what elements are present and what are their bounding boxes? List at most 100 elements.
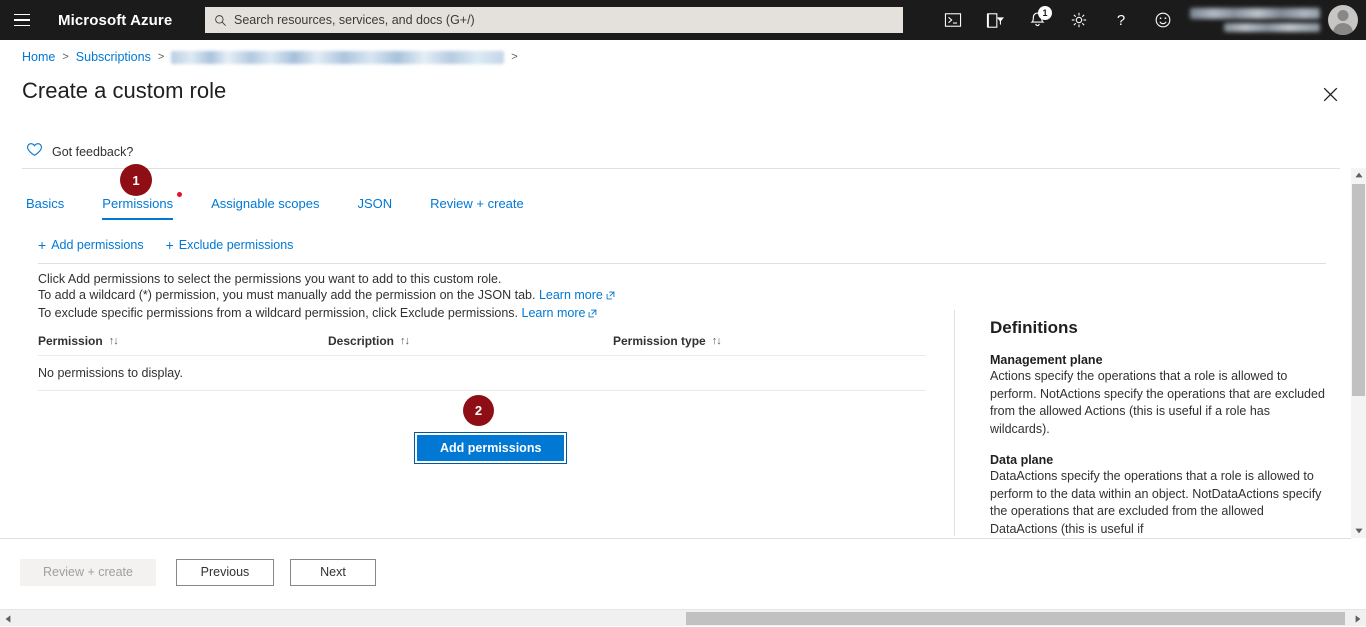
notifications-bell-icon[interactable]: 1 — [1016, 0, 1058, 40]
add-permissions-focus-ring: Add permissions — [414, 432, 567, 464]
account-tenant-line-2 — [1224, 23, 1320, 32]
add-permissions-button-wrap: Add permissions — [414, 432, 567, 464]
content-bottom-divider — [0, 538, 1351, 539]
external-link-icon — [606, 288, 615, 304]
svg-text:?: ? — [1117, 12, 1125, 29]
exclude-permissions-command[interactable]: + Exclude permissions — [166, 238, 294, 252]
breadcrumb-item-home[interactable]: Home — [22, 50, 55, 64]
annotation-badge-1: 1 — [120, 164, 152, 196]
close-icon[interactable] — [1318, 82, 1342, 106]
user-avatar[interactable] — [1328, 5, 1358, 35]
wizard-footer: Review + create Previous Next — [0, 552, 1366, 594]
table-row-divider — [38, 390, 926, 391]
permissions-instructions: Click Add permissions to select the perm… — [38, 271, 615, 322]
tab-review-create[interactable]: Review + create — [430, 196, 524, 220]
scroll-left-arrow-icon[interactable] — [0, 610, 16, 627]
content-vertical-scrollbar[interactable] — [1351, 168, 1366, 538]
column-header-permission-type-label: Permission type — [613, 334, 706, 348]
settings-gear-icon[interactable] — [1058, 0, 1100, 40]
tab-json-label: JSON — [358, 196, 393, 211]
tab-json[interactable]: JSON — [358, 196, 393, 220]
heart-icon — [26, 142, 43, 162]
instruction-line-3-text: To exclude specific permissions from a w… — [38, 306, 518, 320]
search-input[interactable] — [234, 13, 854, 27]
tab-basics-label: Basics — [26, 196, 64, 211]
definitions-panel: Definitions Management plane Actions spe… — [990, 318, 1326, 536]
permissions-command-bar: + Add permissions + Exclude permissions — [38, 238, 293, 252]
column-header-description[interactable]: Description ↑↓ — [328, 334, 613, 348]
learn-more-link-exclude[interactable]: Learn more — [522, 306, 586, 320]
tab-basics[interactable]: Basics — [26, 196, 64, 220]
exclude-permissions-command-label: Exclude permissions — [179, 238, 294, 252]
sort-arrows-icon: ↑↓ — [712, 335, 721, 347]
tab-permissions-label: Permissions — [102, 196, 173, 211]
definitions-panel-divider — [954, 310, 955, 536]
learn-more-link-wildcard[interactable]: Learn more — [539, 288, 603, 302]
column-header-permission-label: Permission — [38, 334, 103, 348]
tab-assignable-scopes-label: Assignable scopes — [211, 196, 319, 211]
directory-filter-icon[interactable] — [974, 0, 1016, 40]
help-question-icon[interactable]: ? — [1100, 0, 1142, 40]
breadcrumb-separator: > — [511, 51, 517, 63]
azure-brand-logo[interactable]: Microsoft Azure — [58, 12, 172, 29]
tab-permissions[interactable]: Permissions — [102, 196, 173, 220]
add-permissions-command-label: Add permissions — [51, 238, 143, 252]
breadcrumb-separator: > — [62, 51, 68, 63]
review-create-button[interactable]: Review + create — [20, 559, 156, 586]
cloud-shell-icon[interactable] — [932, 0, 974, 40]
got-feedback-label: Got feedback? — [52, 145, 133, 159]
column-header-permission-type[interactable]: Permission type ↑↓ — [613, 334, 913, 348]
table-row-empty: No permissions to display. — [38, 356, 926, 390]
topbar-icon-group: 1 ? — [932, 0, 1366, 40]
page-horizontal-scrollbar[interactable] — [0, 609, 1366, 626]
plus-icon: + — [166, 238, 174, 252]
definition-section-data-plane: Data plane DataActions specify the opera… — [990, 453, 1326, 536]
annotation-badge-2: 2 — [463, 395, 494, 426]
external-link-icon — [588, 306, 597, 322]
definitions-title: Definitions — [990, 318, 1326, 338]
tab-required-dot-icon — [177, 192, 182, 197]
search-icon — [214, 14, 227, 27]
top-navigation-bar: Microsoft Azure — [0, 0, 1366, 40]
column-header-description-label: Description — [328, 334, 394, 348]
sort-arrows-icon: ↑↓ — [109, 335, 118, 347]
breadcrumb: Home > Subscriptions > > — [22, 50, 525, 64]
table-empty-message: No permissions to display. — [38, 366, 183, 380]
definitions-panel-clip: Definitions Management plane Actions spe… — [990, 318, 1326, 536]
permissions-table: Permission ↑↓ Description ↑↓ Permission … — [38, 328, 926, 354]
instruction-line-2: To add a wildcard (*) permission, you mu… — [38, 287, 615, 304]
account-name-line-1 — [1190, 8, 1320, 19]
definition-body-management-plane: Actions specify the operations that a ro… — [990, 368, 1326, 438]
hamburger-menu-icon[interactable] — [0, 0, 44, 40]
column-header-permission[interactable]: Permission ↑↓ — [38, 334, 328, 348]
scroll-up-arrow-icon[interactable] — [1351, 168, 1366, 182]
plus-icon: + — [38, 238, 46, 252]
commandbar-divider — [38, 263, 1326, 264]
definition-body-data-plane: DataActions specify the operations that … — [990, 468, 1326, 536]
next-button[interactable]: Next — [290, 559, 376, 586]
definition-section-management-plane: Management plane Actions specify the ope… — [990, 353, 1326, 438]
scroll-down-arrow-icon[interactable] — [1351, 524, 1366, 538]
tab-assignable-scopes[interactable]: Assignable scopes — [211, 196, 319, 220]
permissions-table-header: Permission ↑↓ Description ↑↓ Permission … — [38, 328, 926, 354]
page-title: Create a custom role — [22, 78, 226, 104]
instruction-line-1: Click Add permissions to select the perm… — [38, 271, 615, 287]
sort-arrows-icon: ↑↓ — [400, 335, 409, 347]
add-permissions-button[interactable]: Add permissions — [417, 435, 564, 461]
definition-heading-data-plane: Data plane — [990, 453, 1326, 467]
previous-button[interactable]: Previous — [176, 559, 274, 586]
got-feedback-link[interactable]: Got feedback? — [26, 142, 133, 162]
feedback-smiley-icon[interactable] — [1142, 0, 1184, 40]
add-permissions-command[interactable]: + Add permissions — [38, 238, 144, 252]
account-name-redacted[interactable] — [1190, 6, 1320, 34]
notification-count-badge: 1 — [1038, 6, 1052, 20]
scroll-right-arrow-icon[interactable] — [1350, 610, 1366, 627]
definition-heading-management-plane: Management plane — [990, 353, 1326, 367]
wizard-tabs: Basics Permissions Assignable scopes JSO… — [26, 196, 562, 220]
global-search-box[interactable] — [205, 7, 903, 33]
vertical-scrollbar-thumb[interactable] — [1352, 184, 1365, 396]
horizontal-scrollbar-thumb[interactable] — [686, 612, 1345, 625]
breadcrumb-item-redacted[interactable] — [171, 51, 504, 64]
header-divider — [22, 168, 1340, 169]
breadcrumb-item-subscriptions[interactable]: Subscriptions — [76, 50, 151, 64]
